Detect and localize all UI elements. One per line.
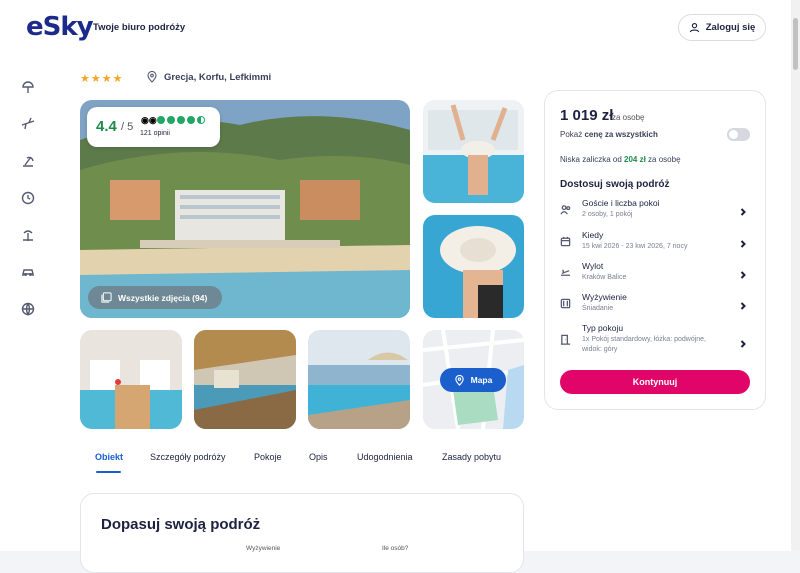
price-per-person: za osobę [612,113,645,122]
beach-umbrella-icon[interactable] [20,79,36,95]
all-photos-button[interactable]: Wszystkie zdjęcia (94) [88,286,222,309]
logo-text: eSky [26,12,94,42]
deposit-suffix: za osobę [645,155,681,164]
total-price-toggle[interactable] [727,128,750,141]
door-icon [560,332,572,345]
map-label: Mapa [470,375,493,385]
show-total-price-label: Pokaż cenę za wszystkich [560,130,658,139]
option-title: Wyżywienie [582,292,627,302]
clock-icon[interactable] [20,190,36,206]
login-button[interactable]: Zaloguj się [678,14,766,41]
deposit-amount: 204 zł [624,155,646,164]
gallery-photo-woman-pool[interactable] [423,100,524,203]
show-price-bold: cenę za wszystkich [584,130,658,139]
rating-dot [167,116,175,124]
gallery-icon [101,292,112,303]
customize-title: Dostosuj swoją podróż [560,179,670,190]
tagline: Twoje biuro podróży [93,22,186,33]
chevron-right-icon [739,335,747,348]
rating-score: 4.4 [96,118,117,135]
tab-udogodnienia[interactable]: Udogodnienia [357,452,413,462]
option-guests-rooms[interactable]: Goście i liczba pokoi 2 osoby, 1 pokój [556,198,752,226]
gallery-photo-sea-terrace[interactable] [308,330,410,429]
price: 1 019 zł [560,107,614,124]
active-tab-indicator [96,471,121,473]
deposit-prefix: Niska zaliczka od [560,155,625,164]
all-photos-label: Wszystkie zdjęcia (94) [118,292,208,303]
plane-icon[interactable] [20,116,36,132]
deposit-info: Niska zaliczka od 204 zł za osobę [560,155,681,164]
beach-icon[interactable] [20,153,36,169]
gallery-photo-poolside-bar[interactable] [80,330,182,429]
location-text: Grecja, Korfu, Lefkimmi [164,71,272,83]
rating-dot [177,116,185,124]
chevron-right-icon [739,203,747,216]
tab-opis[interactable]: Opis [309,452,328,462]
scrollbar[interactable] [791,0,800,551]
fit-trip-card [80,493,524,573]
option-sub: 15 kwi 2026 - 23 kwi 2026, 7 nocy [582,243,688,250]
chevron-right-icon [739,235,747,248]
top-header: eSky Twoje biuro podróży Zaloguj się [0,0,800,55]
option-title: Wylot [582,261,604,271]
option-title: Typ pokoju [582,323,624,333]
tripadvisor-dots [157,116,205,124]
scrollbar-thumb[interactable] [793,18,798,70]
globe-icon[interactable] [20,301,36,317]
rating-max: / 5 [121,121,134,133]
option-sub: 1x Pokój standardowy, łóżka: podwójne, w… [582,336,706,353]
option-sub: Śniadanie [582,305,614,312]
calendar-icon [560,234,572,247]
tab-pokoje[interactable]: Pokoje [254,452,282,462]
rating-dot [187,116,195,124]
plane-icon [560,265,572,277]
continue-button[interactable]: Kontynuuj [560,370,750,394]
opinions-count: 121 opinii [140,130,170,137]
option-title: Goście i liczba pokoi [582,198,660,208]
option-dates[interactable]: Kiedy 15 kwi 2026 - 23 kwi 2026, 7 nocy [556,230,752,258]
tripadvisor-icon: ◉◉ [141,115,157,125]
option-meal[interactable]: Wyżywienie Śniadanie [556,292,752,320]
gallery-photo-hat[interactable] [423,215,524,318]
meal-icon [560,296,572,309]
option-departure[interactable]: Wylot Kraków Balice [556,261,752,289]
users-icon [560,202,572,215]
hotel-location: Grecja, Korfu, Lefkimmi [146,71,271,83]
user-icon [689,23,699,33]
tab-szczegoly-podrozy[interactable]: Szczegóły podróży [150,452,226,462]
option-room-type[interactable]: Typ pokoju 1x Pokój standardowy, łóżka: … [556,323,752,359]
show-price-prefix: Pokaż [560,130,585,139]
tab-zasady-pobytu[interactable]: Zasady pobytu [442,452,501,462]
map-button[interactable]: Mapa [440,368,506,392]
car-icon[interactable] [20,264,36,280]
gallery-photo-pool-sunset[interactable] [194,330,296,429]
hotel-stars: ★★★★ [80,73,124,85]
location-pin-icon [147,71,157,83]
option-sub: Kraków Balice [582,274,627,281]
rating-card[interactable]: 4.4 / 5 ◉◉ 121 opinii [87,107,220,147]
rating-dot-half [197,116,205,124]
tab-obiekt[interactable]: Obiekt [95,452,123,462]
fit-trip-title: Dopasuj swoją podróż [101,516,261,533]
sidebar [0,55,56,551]
chevron-right-icon [739,297,747,310]
location-pin-icon [454,374,464,386]
login-label: Zaloguj się [705,22,756,33]
rating-dot [157,116,165,124]
option-title: Kiedy [582,230,604,240]
esky-logo[interactable]: eSky [26,12,94,42]
palm-icon[interactable] [20,227,36,243]
chevron-right-icon [739,266,747,279]
option-sub: 2 osoby, 1 pokój [582,211,633,218]
